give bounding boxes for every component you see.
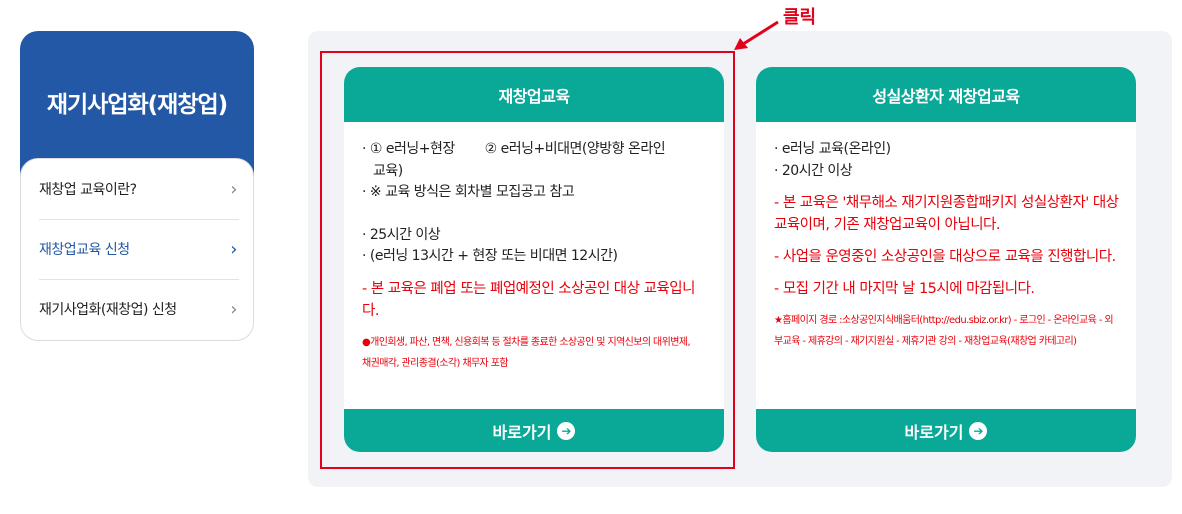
card-note: ★홈페이지 경로 :소상공인지식배움터(http://edu.sbiz.or.k… xyxy=(774,315,1114,347)
card-faithful-repayer-education: 성실상환자 재창업교육 · e러닝 교육(온라인) · 20시간 이상 - 본 … xyxy=(756,67,1136,452)
sidebar: 재기사업화(재창업) 재창업 교육이란? › 재창업교육 신청 › 재기사업화(… xyxy=(20,31,254,341)
go-button-label: 바로가기 xyxy=(904,422,964,442)
chevron-right-icon: › xyxy=(230,178,237,200)
sidebar-item-what-is-restart-education[interactable]: 재창업 교육이란? › xyxy=(39,159,239,219)
sidebar-item-restart-education-apply[interactable]: 재창업교육 신청 › xyxy=(39,219,239,279)
arrow-right-circle-icon: ➔ xyxy=(969,421,988,440)
sidebar-title: 재기사업화(재창업) xyxy=(46,92,228,118)
card-line: · 20시간 이상 xyxy=(774,162,853,179)
chevron-right-icon: › xyxy=(230,298,237,320)
click-annotation-label: 클릭 xyxy=(783,7,817,28)
sidebar-item-label: 재창업교육 신청 xyxy=(39,242,130,258)
go-button-faithful-repayer-education[interactable]: 바로가기 ➔ xyxy=(756,409,1136,452)
card-title: 성실상환자 재창업교육 xyxy=(756,67,1136,122)
card-alert-text: - 본 교육은 '채무해소 재기지원종합패키지 성실상환자' 대상 교육이며, … xyxy=(774,195,1119,233)
sidebar-menu: 재창업 교육이란? › 재창업교육 신청 › 재기사업화(재창업) 신청 › xyxy=(20,158,254,341)
card-alert-text: - 사업을 운영중인 소상공인을 대상으로 교육을 진행합니다. xyxy=(774,249,1116,265)
sidebar-item-label: 재기사업화(재창업) 신청 xyxy=(39,302,177,318)
sidebar-item-restart-business-apply[interactable]: 재기사업화(재창업) 신청 › xyxy=(39,279,239,339)
click-highlight-box xyxy=(320,51,735,469)
annotation-arrow-icon xyxy=(734,20,779,50)
card-alert-text: - 모집 기간 내 마지막 날 15시에 마감됩니다. xyxy=(774,281,1035,297)
chevron-right-icon: › xyxy=(230,238,237,260)
card-line: · e러닝 교육(온라인) xyxy=(774,141,891,157)
card-body: · e러닝 교육(온라인) · 20시간 이상 - 본 교육은 '채무해소 재기… xyxy=(774,139,1119,352)
sidebar-item-label: 재창업 교육이란? xyxy=(39,182,137,198)
